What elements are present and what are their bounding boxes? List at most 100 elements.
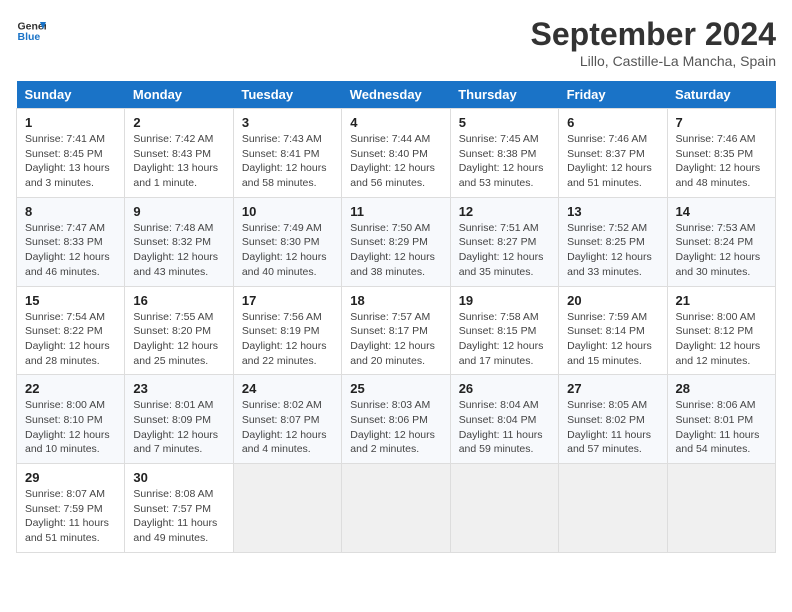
- day-info: Sunrise: 7:44 AM Sunset: 8:40 PM Dayligh…: [350, 132, 441, 191]
- day-cell-12: 12 Sunrise: 7:51 AM Sunset: 8:27 PM Dayl…: [450, 197, 558, 286]
- header-thursday: Thursday: [450, 81, 558, 109]
- day-number: 9: [133, 204, 224, 219]
- day-number: 30: [133, 470, 224, 485]
- day-number: 13: [567, 204, 658, 219]
- day-number: 18: [350, 293, 441, 308]
- day-cell-29: 29 Sunrise: 8:07 AM Sunset: 7:59 PM Dayl…: [17, 464, 125, 553]
- day-cell-7: 7 Sunrise: 7:46 AM Sunset: 8:35 PM Dayli…: [667, 109, 775, 198]
- day-info: Sunrise: 7:43 AM Sunset: 8:41 PM Dayligh…: [242, 132, 333, 191]
- day-info: Sunrise: 7:57 AM Sunset: 8:17 PM Dayligh…: [350, 310, 441, 369]
- title-block: September 2024 Lillo, Castille-La Mancha…: [531, 16, 776, 69]
- day-number: 7: [676, 115, 767, 130]
- day-number: 2: [133, 115, 224, 130]
- day-number: 4: [350, 115, 441, 130]
- day-info: Sunrise: 8:02 AM Sunset: 8:07 PM Dayligh…: [242, 398, 333, 457]
- week-row-1: 1 Sunrise: 7:41 AM Sunset: 8:45 PM Dayli…: [17, 109, 776, 198]
- calendar-table: Sunday Monday Tuesday Wednesday Thursday…: [16, 81, 776, 553]
- svg-text:Blue: Blue: [18, 31, 41, 43]
- day-cell-14: 14 Sunrise: 7:53 AM Sunset: 8:24 PM Dayl…: [667, 197, 775, 286]
- day-cell-26: 26 Sunrise: 8:04 AM Sunset: 8:04 PM Dayl…: [450, 375, 558, 464]
- day-info: Sunrise: 7:55 AM Sunset: 8:20 PM Dayligh…: [133, 310, 224, 369]
- day-cell-6: 6 Sunrise: 7:46 AM Sunset: 8:37 PM Dayli…: [559, 109, 667, 198]
- day-info: Sunrise: 7:41 AM Sunset: 8:45 PM Dayligh…: [25, 132, 116, 191]
- header-saturday: Saturday: [667, 81, 775, 109]
- day-cell-10: 10 Sunrise: 7:49 AM Sunset: 8:30 PM Dayl…: [233, 197, 341, 286]
- day-number: 17: [242, 293, 333, 308]
- day-cell-5: 5 Sunrise: 7:45 AM Sunset: 8:38 PM Dayli…: [450, 109, 558, 198]
- day-cell-3: 3 Sunrise: 7:43 AM Sunset: 8:41 PM Dayli…: [233, 109, 341, 198]
- day-number: 23: [133, 381, 224, 396]
- day-info: Sunrise: 7:50 AM Sunset: 8:29 PM Dayligh…: [350, 221, 441, 280]
- day-number: 27: [567, 381, 658, 396]
- day-number: 14: [676, 204, 767, 219]
- logo: General Blue: [16, 16, 46, 46]
- day-info: Sunrise: 8:07 AM Sunset: 7:59 PM Dayligh…: [25, 487, 116, 546]
- header-wednesday: Wednesday: [342, 81, 450, 109]
- day-number: 24: [242, 381, 333, 396]
- day-cell-11: 11 Sunrise: 7:50 AM Sunset: 8:29 PM Dayl…: [342, 197, 450, 286]
- day-info: Sunrise: 8:03 AM Sunset: 8:06 PM Dayligh…: [350, 398, 441, 457]
- day-info: Sunrise: 7:42 AM Sunset: 8:43 PM Dayligh…: [133, 132, 224, 191]
- day-number: 29: [25, 470, 116, 485]
- day-cell-23: 23 Sunrise: 8:01 AM Sunset: 8:09 PM Dayl…: [125, 375, 233, 464]
- day-number: 28: [676, 381, 767, 396]
- day-number: 26: [459, 381, 550, 396]
- weekday-header-row: Sunday Monday Tuesday Wednesday Thursday…: [17, 81, 776, 109]
- day-info: Sunrise: 8:08 AM Sunset: 7:57 PM Dayligh…: [133, 487, 224, 546]
- day-cell-19: 19 Sunrise: 7:58 AM Sunset: 8:15 PM Dayl…: [450, 286, 558, 375]
- month-title: September 2024: [531, 16, 776, 53]
- day-info: Sunrise: 7:59 AM Sunset: 8:14 PM Dayligh…: [567, 310, 658, 369]
- day-cell-9: 9 Sunrise: 7:48 AM Sunset: 8:32 PM Dayli…: [125, 197, 233, 286]
- day-number: 25: [350, 381, 441, 396]
- logo-icon: General Blue: [16, 16, 46, 46]
- day-number: 3: [242, 115, 333, 130]
- day-cell-21: 21 Sunrise: 8:00 AM Sunset: 8:12 PM Dayl…: [667, 286, 775, 375]
- day-info: Sunrise: 7:47 AM Sunset: 8:33 PM Dayligh…: [25, 221, 116, 280]
- day-cell-22: 22 Sunrise: 8:00 AM Sunset: 8:10 PM Dayl…: [17, 375, 125, 464]
- location: Lillo, Castille-La Mancha, Spain: [531, 53, 776, 69]
- day-info: Sunrise: 8:06 AM Sunset: 8:01 PM Dayligh…: [676, 398, 767, 457]
- empty-cell: [559, 464, 667, 553]
- day-cell-8: 8 Sunrise: 7:47 AM Sunset: 8:33 PM Dayli…: [17, 197, 125, 286]
- day-info: Sunrise: 8:00 AM Sunset: 8:10 PM Dayligh…: [25, 398, 116, 457]
- day-info: Sunrise: 7:46 AM Sunset: 8:35 PM Dayligh…: [676, 132, 767, 191]
- day-cell-2: 2 Sunrise: 7:42 AM Sunset: 8:43 PM Dayli…: [125, 109, 233, 198]
- day-cell-13: 13 Sunrise: 7:52 AM Sunset: 8:25 PM Dayl…: [559, 197, 667, 286]
- day-info: Sunrise: 7:51 AM Sunset: 8:27 PM Dayligh…: [459, 221, 550, 280]
- day-info: Sunrise: 7:49 AM Sunset: 8:30 PM Dayligh…: [242, 221, 333, 280]
- empty-cell: [450, 464, 558, 553]
- day-info: Sunrise: 7:48 AM Sunset: 8:32 PM Dayligh…: [133, 221, 224, 280]
- day-number: 21: [676, 293, 767, 308]
- page-header: General Blue September 2024 Lillo, Casti…: [16, 16, 776, 69]
- day-number: 10: [242, 204, 333, 219]
- header-monday: Monday: [125, 81, 233, 109]
- day-number: 16: [133, 293, 224, 308]
- day-cell-27: 27 Sunrise: 8:05 AM Sunset: 8:02 PM Dayl…: [559, 375, 667, 464]
- day-info: Sunrise: 7:58 AM Sunset: 8:15 PM Dayligh…: [459, 310, 550, 369]
- day-number: 6: [567, 115, 658, 130]
- empty-cell: [342, 464, 450, 553]
- day-cell-17: 17 Sunrise: 7:56 AM Sunset: 8:19 PM Dayl…: [233, 286, 341, 375]
- day-cell-15: 15 Sunrise: 7:54 AM Sunset: 8:22 PM Dayl…: [17, 286, 125, 375]
- week-row-2: 8 Sunrise: 7:47 AM Sunset: 8:33 PM Dayli…: [17, 197, 776, 286]
- day-info: Sunrise: 7:45 AM Sunset: 8:38 PM Dayligh…: [459, 132, 550, 191]
- day-cell-18: 18 Sunrise: 7:57 AM Sunset: 8:17 PM Dayl…: [342, 286, 450, 375]
- day-number: 12: [459, 204, 550, 219]
- day-cell-4: 4 Sunrise: 7:44 AM Sunset: 8:40 PM Dayli…: [342, 109, 450, 198]
- header-tuesday: Tuesday: [233, 81, 341, 109]
- day-info: Sunrise: 8:05 AM Sunset: 8:02 PM Dayligh…: [567, 398, 658, 457]
- day-cell-20: 20 Sunrise: 7:59 AM Sunset: 8:14 PM Dayl…: [559, 286, 667, 375]
- empty-cell: [667, 464, 775, 553]
- day-number: 5: [459, 115, 550, 130]
- day-info: Sunrise: 8:00 AM Sunset: 8:12 PM Dayligh…: [676, 310, 767, 369]
- day-info: Sunrise: 8:01 AM Sunset: 8:09 PM Dayligh…: [133, 398, 224, 457]
- day-cell-30: 30 Sunrise: 8:08 AM Sunset: 7:57 PM Dayl…: [125, 464, 233, 553]
- day-cell-28: 28 Sunrise: 8:06 AM Sunset: 8:01 PM Dayl…: [667, 375, 775, 464]
- empty-cell: [233, 464, 341, 553]
- day-number: 15: [25, 293, 116, 308]
- day-cell-16: 16 Sunrise: 7:55 AM Sunset: 8:20 PM Dayl…: [125, 286, 233, 375]
- header-friday: Friday: [559, 81, 667, 109]
- day-number: 19: [459, 293, 550, 308]
- week-row-3: 15 Sunrise: 7:54 AM Sunset: 8:22 PM Dayl…: [17, 286, 776, 375]
- day-number: 8: [25, 204, 116, 219]
